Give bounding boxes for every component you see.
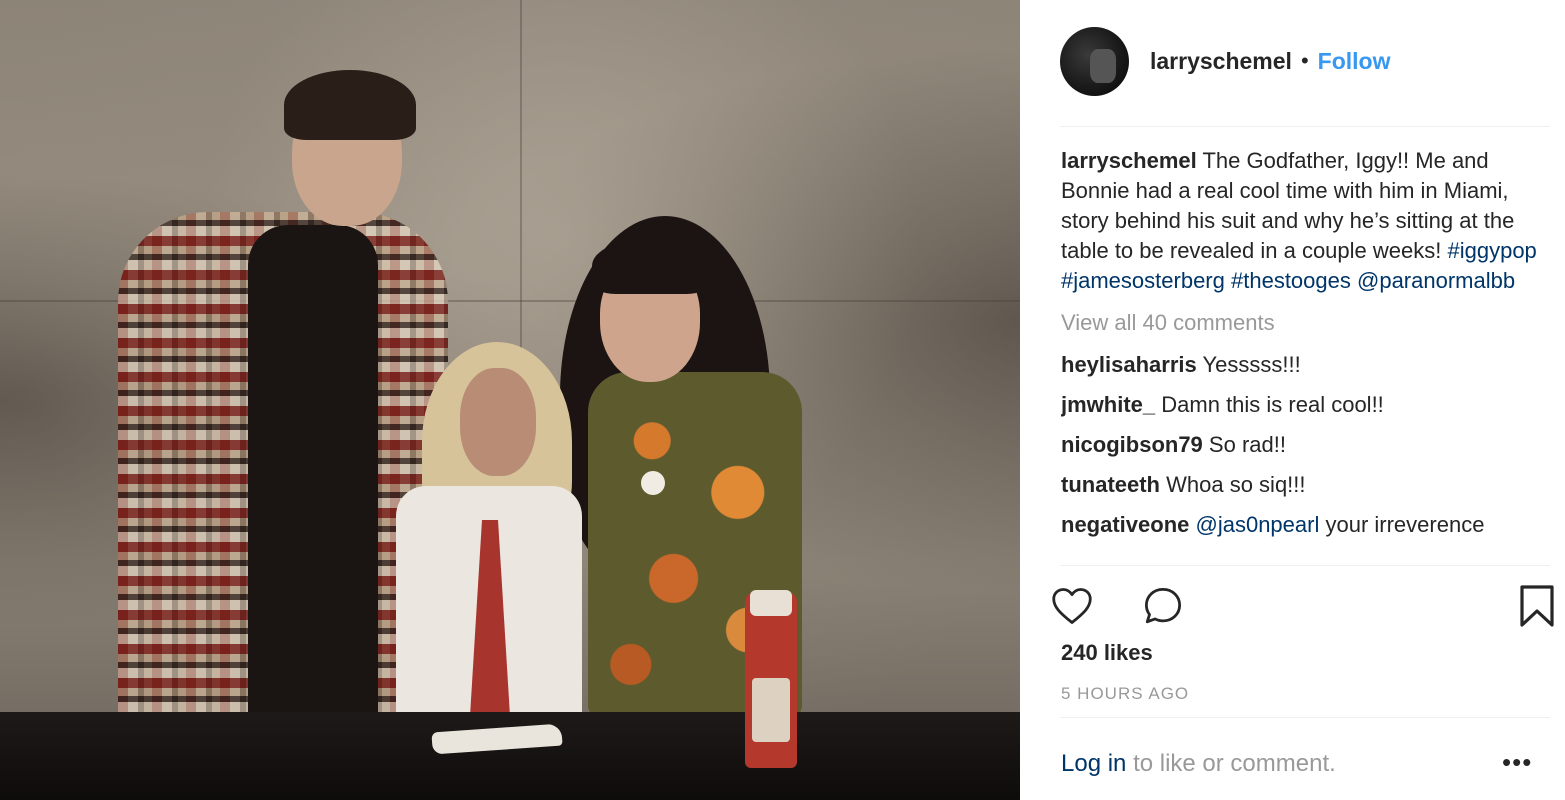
view-all-comments-link[interactable]: View all 40 comments xyxy=(1061,308,1551,338)
header-separator: • xyxy=(1300,48,1309,73)
login-suffix: to like or comment. xyxy=(1133,750,1336,777)
comment-username[interactable]: jmwhite_ xyxy=(1061,392,1155,417)
person-left-tee xyxy=(248,225,378,722)
comment-row: negativeone @jas0npearl your irreverence xyxy=(1061,510,1551,550)
likes-count[interactable]: 240 likes xyxy=(1061,640,1153,666)
person-right-badge xyxy=(641,471,665,495)
caption-username[interactable]: larryschemel xyxy=(1061,148,1197,173)
comment-row: heylisaharris Yesssss!!! xyxy=(1061,350,1551,390)
photo-table xyxy=(0,712,1020,800)
mention-link[interactable]: @jas0npearl xyxy=(1196,512,1320,537)
person-right-bangs xyxy=(592,238,710,294)
mention-link[interactable]: @paranormalbb xyxy=(1357,268,1515,293)
comment-username[interactable]: negativeone xyxy=(1061,512,1189,537)
more-options-button[interactable]: ••• xyxy=(1502,749,1532,775)
comment-username[interactable]: heylisaharris xyxy=(1061,352,1197,377)
post-sidebar: larryschemel • Follow larryschemel The G… xyxy=(1020,0,1565,800)
like-button[interactable] xyxy=(1048,582,1096,630)
comment-button[interactable] xyxy=(1139,582,1187,630)
comments-section: larryschemel The Godfather, Iggy!! Me an… xyxy=(1061,146,1551,563)
save-button[interactable] xyxy=(1513,582,1561,630)
comment-row: nicogibson79 So rad!! xyxy=(1061,430,1551,470)
comment-row: jmwhite_ Damn this is real cool!! xyxy=(1061,390,1551,430)
comment-text: Whoa so siq!!! xyxy=(1166,472,1306,497)
comment-row: tunateeth Whoa so siq!!! xyxy=(1061,470,1551,510)
comment-text: Damn this is real cool!! xyxy=(1161,392,1384,417)
comment-username[interactable]: tunateeth xyxy=(1061,472,1160,497)
bookmark-icon xyxy=(1520,585,1554,627)
comment-username[interactable]: nicogibson79 xyxy=(1061,432,1203,457)
comment-text: So rad!! xyxy=(1208,432,1286,457)
footer-divider xyxy=(1060,717,1550,718)
header-divider xyxy=(1060,126,1550,127)
comment-icon xyxy=(1144,587,1182,624)
comment-text: Yesssss!!! xyxy=(1202,352,1301,377)
heart-icon xyxy=(1052,588,1092,624)
hashtag-link[interactable]: #thestooges xyxy=(1231,268,1351,293)
header-username[interactable]: larryschemel xyxy=(1150,48,1292,75)
ketchup-bottle-cap xyxy=(750,590,792,616)
action-bar xyxy=(1048,582,1554,630)
comment-text: your irreverence xyxy=(1325,512,1485,537)
ketchup-bottle-label xyxy=(752,678,790,742)
person-middle-head xyxy=(460,368,536,476)
hashtag-link[interactable]: #jamesosterberg xyxy=(1061,268,1225,293)
login-prompt: Log in to like or comment. xyxy=(1061,750,1336,778)
hashtag-link[interactable]: #iggypop xyxy=(1447,238,1536,263)
post-photo[interactable] xyxy=(0,0,1020,800)
post-caption: larryschemel The Godfather, Iggy!! Me an… xyxy=(1061,146,1551,296)
person-left-hair xyxy=(284,70,416,140)
comments-divider xyxy=(1060,565,1550,566)
avatar[interactable] xyxy=(1060,26,1129,96)
post-header: larryschemel • Follow xyxy=(1060,26,1550,96)
login-link[interactable]: Log in xyxy=(1061,750,1126,777)
follow-button[interactable]: Follow xyxy=(1318,48,1391,75)
post-timestamp: 5 HOURS AGO xyxy=(1061,684,1190,703)
